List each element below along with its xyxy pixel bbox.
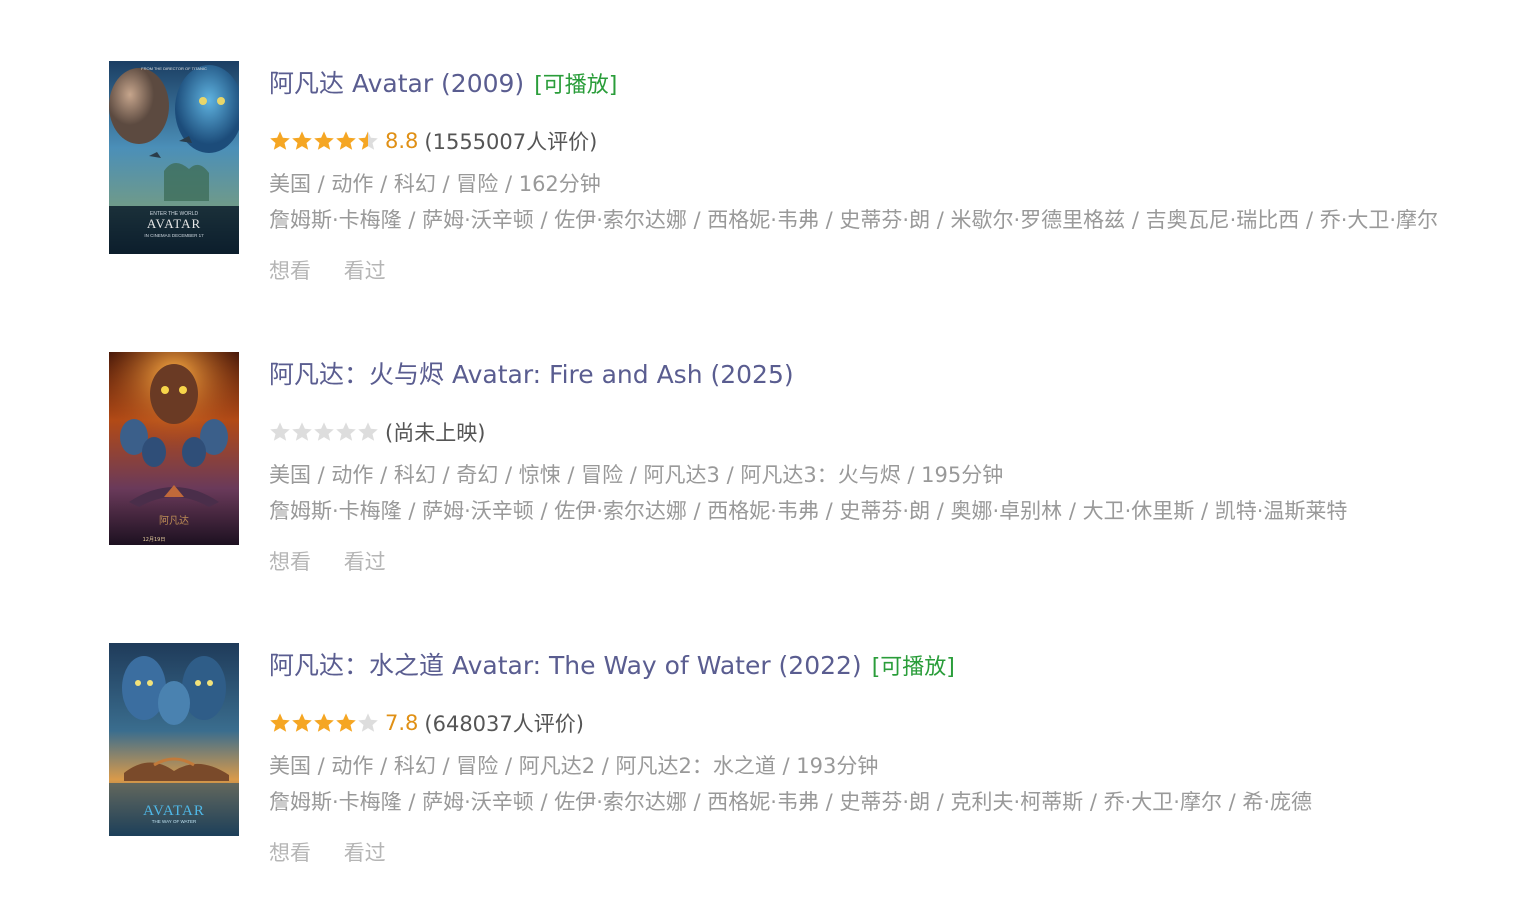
rating-row: 7.8 (648037人评价) (269, 708, 584, 738)
title-row: 阿凡达 Avatar (2009) [可播放] (269, 67, 617, 103)
rating-count: (1555007人评价) (424, 130, 598, 154)
star-full-icon (292, 713, 312, 732)
star-empty-icon (270, 422, 290, 441)
movie-item: FROM THE DIRECTOR OF TITANIC ENTER THE W… (109, 61, 1509, 301)
star-full-icon (292, 131, 312, 150)
movie-meta: 美国 / 动作 / 科幻 / 冒险 / 阿凡达2 / 阿凡达2：水之道 / 19… (269, 754, 879, 778)
movie-cast: 詹姆斯·卡梅隆 / 萨姆·沃辛顿 / 佐伊·索尔达娜 / 西格妮·韦弗 / 史蒂… (269, 208, 1439, 232)
svg-text:阿凡达: 阿凡达 (159, 515, 189, 527)
watched-button[interactable]: 看过 (344, 550, 386, 574)
svg-text:AVATAR: AVATAR (143, 803, 205, 819)
svg-text:THE WAY OF WATER: THE WAY OF WATER (152, 819, 197, 824)
movie-meta: 美国 / 动作 / 科幻 / 奇幻 / 惊悚 / 冒险 / 阿凡达3 / 阿凡达… (269, 463, 1004, 487)
rating-stars (269, 130, 379, 152)
want-to-watch-button[interactable]: 想看 (269, 259, 311, 283)
actions-row: 想看 看过 (269, 548, 412, 576)
want-to-watch-button[interactable]: 想看 (269, 841, 311, 865)
movie-title-link[interactable]: 阿凡达：火与烬 Avatar: Fire and Ash (2025) (269, 360, 794, 389)
rating-score: 7.8 (385, 711, 419, 735)
rating-stars (269, 712, 379, 734)
movie-item: AVATAR THE WAY OF WATER 阿凡达：水之道 Avatar: … (109, 643, 1509, 883)
star-empty-icon (314, 422, 334, 441)
playable-badge[interactable]: [可播放] (872, 655, 955, 680)
want-to-watch-button[interactable]: 想看 (269, 550, 311, 574)
poster-avatar-fire-and-ash[interactable]: 阿凡达 12月19日 (109, 352, 239, 545)
poster-avatar-2009[interactable]: FROM THE DIRECTOR OF TITANIC ENTER THE W… (109, 61, 239, 254)
svg-text:FROM THE DIRECTOR OF TITANIC: FROM THE DIRECTOR OF TITANIC (141, 66, 207, 71)
rating-score: 8.8 (385, 129, 419, 153)
rating-row: (尚未上映) (269, 417, 485, 447)
movie-cast: 詹姆斯·卡梅隆 / 萨姆·沃辛顿 / 佐伊·索尔达娜 / 西格妮·韦弗 / 史蒂… (269, 499, 1348, 523)
movie-item: 阿凡达 12月19日 阿凡达：火与烬 Avatar: Fire and Ash … (109, 352, 1509, 592)
playable-badge[interactable]: [可播放] (534, 73, 617, 98)
actions-row: 想看 看过 (269, 257, 412, 285)
movie-meta: 美国 / 动作 / 科幻 / 冒险 / 162分钟 (269, 172, 601, 196)
star-empty-icon (358, 713, 378, 732)
svg-text:AVATAR: AVATAR (147, 216, 201, 231)
rating-count: (648037人评价) (424, 712, 584, 736)
star-full-icon (270, 713, 290, 732)
star-empty-icon (292, 422, 312, 441)
star-full-icon (336, 131, 356, 150)
svg-text:12月19日: 12月19日 (143, 537, 166, 543)
watched-button[interactable]: 看过 (344, 259, 386, 283)
movie-title-link[interactable]: 阿凡达 Avatar (2009) (269, 69, 524, 98)
watched-button[interactable]: 看过 (344, 841, 386, 865)
poster-avatar-way-of-water[interactable]: AVATAR THE WAY OF WATER (109, 643, 239, 836)
title-row: 阿凡达：火与烬 Avatar: Fire and Ash (2025) (269, 358, 794, 392)
star-full-icon (314, 131, 334, 150)
title-row: 阿凡达：水之道 Avatar: The Way of Water (2022) [… (269, 649, 955, 685)
rating-stars (269, 421, 379, 443)
star-empty-icon (336, 422, 356, 441)
star-empty-icon (358, 422, 378, 441)
star-full-icon (270, 131, 290, 150)
movie-title-link[interactable]: 阿凡达：水之道 Avatar: The Way of Water (2022) (269, 651, 862, 680)
rating-count: (尚未上映) (385, 421, 486, 445)
rating-row: 8.8 (1555007人评价) (269, 126, 597, 156)
actions-row: 想看 看过 (269, 839, 412, 867)
star-full-icon (336, 713, 356, 732)
svg-text:IN CINEMAS DECEMBER 17: IN CINEMAS DECEMBER 17 (144, 233, 204, 238)
movie-cast: 詹姆斯·卡梅隆 / 萨姆·沃辛顿 / 佐伊·索尔达娜 / 西格妮·韦弗 / 史蒂… (269, 790, 1313, 814)
star-half-icon (358, 131, 378, 150)
star-full-icon (314, 713, 334, 732)
